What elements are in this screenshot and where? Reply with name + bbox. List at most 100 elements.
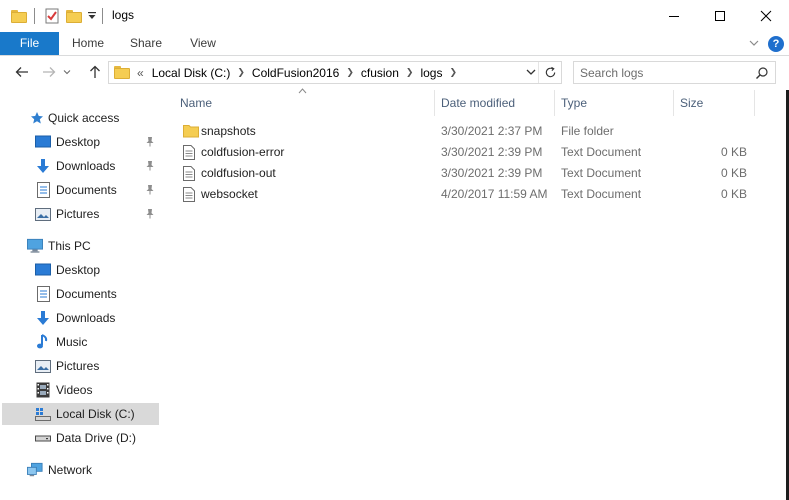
column-header-date-modified[interactable]: Date modified bbox=[441, 90, 515, 116]
breadcrumb-overflow[interactable]: « bbox=[133, 66, 148, 80]
pin-icon bbox=[145, 160, 155, 174]
column-divider[interactable] bbox=[554, 90, 555, 116]
sidebar-item-local-disk-c[interactable]: Local Disk (C:) bbox=[2, 403, 159, 425]
back-button[interactable] bbox=[11, 61, 33, 83]
sidebar-item-pc-pictures[interactable]: Pictures bbox=[0, 355, 159, 377]
column-header-type[interactable]: Type bbox=[561, 90, 587, 116]
sidebar-item-label: Downloads bbox=[56, 311, 116, 325]
desktop-icon bbox=[35, 134, 51, 150]
sidebar-item-pictures[interactable]: Pictures bbox=[0, 203, 159, 225]
sidebar-item-network[interactable]: Network bbox=[0, 459, 159, 481]
file-size: 0 KB bbox=[720, 166, 747, 180]
refresh-button[interactable] bbox=[538, 62, 561, 83]
file-row[interactable]: websocket 4/20/2017 11:59 AM Text Docume… bbox=[170, 184, 770, 205]
film-strip-icon bbox=[35, 382, 51, 398]
tab-share[interactable]: Share bbox=[117, 32, 175, 55]
tab-file[interactable]: File bbox=[0, 32, 59, 55]
close-icon bbox=[760, 10, 772, 22]
sidebar-item-label: Documents bbox=[56, 183, 117, 197]
breadcrumb-coldfusion2016[interactable]: ColdFusion2016 bbox=[248, 66, 343, 80]
maximize-button[interactable] bbox=[697, 0, 743, 32]
forward-button[interactable] bbox=[38, 61, 60, 83]
sidebar-item-music[interactable]: Music bbox=[0, 331, 159, 353]
chevron-right-icon[interactable]: ❯ bbox=[446, 67, 460, 78]
sidebar-item-label: Documents bbox=[56, 287, 117, 301]
forward-arrow-icon bbox=[43, 67, 56, 77]
recent-locations-button[interactable] bbox=[60, 61, 74, 83]
properties-icon[interactable] bbox=[44, 7, 60, 25]
sidebar-item-documents[interactable]: Documents bbox=[0, 179, 159, 201]
sidebar-item-quick-access[interactable]: Quick access bbox=[0, 107, 159, 129]
sidebar-item-videos[interactable]: Videos bbox=[0, 379, 159, 401]
file-name: coldfusion-error bbox=[201, 145, 285, 159]
star-icon bbox=[29, 110, 45, 126]
sidebar-item-this-pc[interactable]: This PC bbox=[0, 235, 159, 257]
sidebar-item-label: Data Drive (D:) bbox=[56, 431, 137, 445]
expand-ribbon-icon[interactable] bbox=[748, 37, 760, 52]
title-bar: logs bbox=[0, 0, 789, 32]
text-file-icon bbox=[183, 166, 197, 181]
new-folder-icon[interactable] bbox=[66, 7, 82, 25]
sidebar-item-pc-desktop[interactable]: Desktop bbox=[0, 259, 159, 281]
close-button[interactable] bbox=[743, 0, 789, 32]
sidebar-item-downloads[interactable]: Downloads bbox=[0, 155, 159, 177]
file-date: 3/30/2021 2:39 PM bbox=[441, 166, 543, 180]
up-button[interactable] bbox=[84, 61, 106, 83]
music-note-icon bbox=[35, 334, 51, 350]
computer-icon bbox=[27, 238, 43, 254]
search-input[interactable] bbox=[580, 64, 750, 81]
back-arrow-icon bbox=[15, 67, 28, 77]
tab-home[interactable]: Home bbox=[59, 32, 117, 55]
sidebar-item-label: Local Disk (C:) bbox=[56, 407, 135, 421]
column-header-size[interactable]: Size bbox=[680, 90, 703, 116]
file-row[interactable]: coldfusion-out 3/30/2021 2:39 PM Text Do… bbox=[170, 163, 770, 184]
tab-view[interactable]: View bbox=[175, 32, 231, 55]
chevron-down-icon bbox=[526, 69, 536, 75]
breadcrumb-local-disk[interactable]: Local Disk (C:) bbox=[148, 66, 235, 80]
help-icon[interactable]: ? bbox=[768, 36, 784, 52]
sidebar-item-desktop[interactable]: Desktop bbox=[0, 131, 159, 153]
windows-drive-icon bbox=[35, 406, 51, 422]
breadcrumb-logs[interactable]: logs bbox=[416, 66, 446, 80]
text-file-icon bbox=[183, 187, 197, 202]
file-row[interactable]: snapshots 3/30/2021 2:37 PM File folder bbox=[170, 121, 770, 142]
file-name: websocket bbox=[201, 187, 258, 201]
customize-toolbar-icon[interactable] bbox=[87, 7, 97, 25]
breadcrumb-cfusion[interactable]: cfusion bbox=[357, 66, 403, 80]
chevron-right-icon[interactable]: ❯ bbox=[343, 67, 357, 78]
navigation-pane: Quick access Desktop Downloads Documents bbox=[0, 90, 160, 500]
divider bbox=[34, 8, 35, 24]
sidebar-item-label: Music bbox=[56, 335, 88, 349]
file-name: coldfusion-out bbox=[201, 166, 276, 180]
minimize-icon bbox=[669, 16, 679, 17]
search-icon[interactable] bbox=[755, 66, 769, 83]
search-box[interactable] bbox=[573, 61, 776, 84]
column-divider[interactable] bbox=[754, 90, 755, 116]
file-list: Name Date modified Type Size snapshots 3… bbox=[170, 88, 789, 500]
address-bar[interactable]: « Local Disk (C:) ❯ ColdFusion2016 ❯ cfu… bbox=[108, 61, 562, 84]
sidebar-item-pc-documents[interactable]: Documents bbox=[0, 283, 159, 305]
maximize-icon bbox=[715, 11, 725, 21]
chevron-down-icon bbox=[63, 70, 71, 75]
sidebar-item-label: Network bbox=[48, 463, 93, 477]
chevron-right-icon[interactable]: ❯ bbox=[234, 67, 248, 78]
column-divider[interactable] bbox=[434, 90, 435, 116]
sort-ascending-icon bbox=[298, 86, 307, 96]
pin-icon bbox=[145, 136, 155, 150]
chevron-right-icon[interactable]: ❯ bbox=[403, 67, 417, 78]
column-header-name[interactable]: Name bbox=[180, 90, 212, 116]
file-date: 4/20/2017 11:59 AM bbox=[441, 187, 548, 201]
minimize-button[interactable] bbox=[651, 0, 697, 32]
column-divider[interactable] bbox=[673, 90, 674, 116]
address-history-button[interactable] bbox=[525, 66, 537, 81]
sidebar-item-data-drive-d[interactable]: Data Drive (D:) bbox=[0, 427, 159, 449]
drive-icon bbox=[35, 430, 51, 446]
download-arrow-icon bbox=[35, 158, 51, 174]
sidebar-item-label: This PC bbox=[48, 239, 91, 253]
sidebar-item-pc-downloads[interactable]: Downloads bbox=[0, 307, 159, 329]
document-icon bbox=[35, 286, 51, 302]
file-row[interactable]: coldfusion-error 3/30/2021 2:39 PM Text … bbox=[170, 142, 770, 163]
text-file-icon bbox=[183, 145, 197, 160]
pictures-icon bbox=[35, 358, 51, 374]
sidebar-item-label: Desktop bbox=[56, 263, 101, 277]
